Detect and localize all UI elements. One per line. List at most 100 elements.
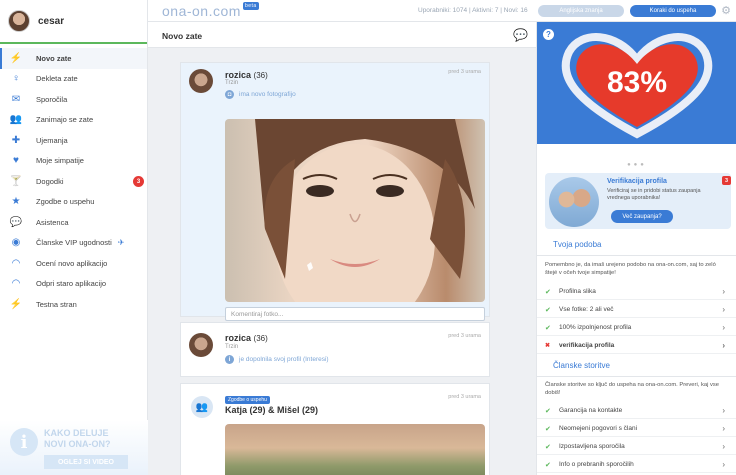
username: cesar [38, 15, 65, 27]
language-button[interactable]: Anglijska znanja [538, 5, 624, 17]
checklist-item[interactable]: ✔ 100% izpolnjenost profila › [537, 320, 736, 336]
chevron-right-icon: › [722, 305, 725, 314]
similarity-text: Pomembno je, da imaš urejeno podobo na o… [545, 262, 716, 276]
sidebar-item-ujemanja[interactable]: ✚ Ujemanja [0, 130, 147, 151]
post-time: pred 3 urama [448, 69, 481, 75]
beta-badge: beta [242, 2, 259, 10]
post-author[interactable]: rozica (36) [225, 70, 268, 80]
post-city: Trzin [225, 80, 239, 86]
post-city: Trzin [225, 344, 239, 350]
chevron-right-icon: › [722, 424, 725, 433]
verification-title: Verifikacija profila [607, 178, 667, 185]
sidebar-item-moje-simpatije[interactable]: ♥ Moje simpatije [0, 151, 147, 172]
check-icon: ✔ [545, 425, 551, 433]
post-photo[interactable] [225, 119, 485, 302]
check-icon: ✔ [545, 407, 551, 415]
similarity-title: Tvoja podoba [537, 234, 736, 256]
avatar[interactable] [189, 69, 213, 93]
service-item[interactable]: ✔ Neomejeni pogovori s člani › [537, 421, 736, 437]
close-icon: ✖ [545, 343, 551, 349]
match-icon: ✚ [11, 134, 21, 146]
couple-image [549, 177, 599, 227]
post-action: i je dopolnila svoj profil (Interesi) [225, 355, 329, 364]
right-panel: ? 83% ●●● Verifikacija profila Verificir… [536, 22, 736, 475]
feed-header: Novo zate 💬 [148, 22, 536, 48]
chevron-right-icon: › [722, 406, 725, 415]
people-icon: 👥 [9, 114, 23, 126]
camera-icon: ◘ [225, 90, 234, 99]
chevron-right-icon: › [722, 442, 725, 451]
avatar[interactable] [8, 10, 30, 32]
check-icon: ✔ [545, 324, 551, 332]
member-services-text: Članske storitve so ključ do uspeha na o… [545, 382, 719, 396]
app: cesar ⚡ Novo zate ♀ Dekleta zate ✉ Sporočil… [0, 0, 736, 475]
post-action: ◘ ima novo fotografijo [225, 90, 296, 99]
promo-text: KAKO DELUJE NOVI ONA-ON? [44, 428, 111, 449]
user-header[interactable]: cesar [0, 0, 147, 44]
sidebar-item-zanimajo-se-zate[interactable]: 👥 Zanimajo se zate [0, 110, 147, 131]
post-photo[interactable] [225, 424, 485, 475]
video-promo: i KAKO DELUJE NOVI ONA-ON? OGLEJ SI VIDE… [0, 420, 148, 475]
wifi-icon: ◠ [11, 257, 21, 269]
checklist-item[interactable]: ✔ Profilna slika › [537, 284, 736, 300]
chevron-right-icon: › [722, 460, 725, 469]
post-author[interactable]: rozica (36) [225, 333, 268, 343]
chevron-right-icon: › [722, 341, 725, 350]
post-author[interactable]: Katja (29) & Mišel (29) [225, 405, 318, 415]
vip-icon: ◉ [11, 237, 21, 249]
checklist-item[interactable]: ✖ verifikacija profila › [537, 338, 736, 354]
cocktail-icon: 🍸 [9, 175, 23, 187]
member-services-title: Članske storitve [537, 355, 736, 377]
topbar: ona-on.com beta Uporabniki: 1074 | Aktivn… [148, 0, 736, 22]
check-icon: ✔ [545, 306, 551, 314]
user-stats: Uporabniki: 1074 | Aktivni: 7 | Novi: 16 [418, 7, 528, 14]
info-icon: i [10, 428, 38, 456]
sidebar-item-asistenca[interactable]: 💬 Asistenca [0, 212, 147, 233]
wifi-icon: ◠ [11, 278, 21, 290]
feed: rozica (36) Trzin pred 3 urama ◘ ima novo… [148, 48, 536, 475]
gear-icon[interactable]: ⚙ [720, 4, 732, 17]
heart-icon: ♥ [13, 155, 19, 167]
woman-icon: ♀ [12, 73, 20, 85]
verification-card: Verifikacija profila Verificiraj se in p… [545, 173, 731, 229]
chat-icon: 💬 [9, 216, 23, 228]
events-badge: 3 [133, 176, 144, 187]
checklist-item[interactable]: ✔ Vse fotke: 2 ali več › [537, 302, 736, 318]
sidebar-item-dekleta-zate[interactable]: ♀ Dekleta zate [0, 69, 147, 90]
carousel-dots[interactable]: ●●● [537, 162, 736, 168]
verification-text: Verificiraj se in pridobi status zaupanj… [607, 188, 701, 201]
sidebar-item-testna-stran[interactable]: ⚡ Testna stran [0, 294, 147, 315]
sidebar-item-ocena-nove[interactable]: ◠ Ocení novo aplikacijo [0, 253, 147, 274]
avatar[interactable] [189, 333, 213, 357]
check-icon: ✔ [545, 443, 551, 451]
sidebar-item-novo-zate[interactable]: ⚡ Novo zate [0, 48, 147, 69]
couple-icon: 👥 [191, 396, 213, 418]
bolt-icon: ⚡ [9, 52, 23, 64]
chevron-right-icon: › [722, 323, 725, 332]
bolt-icon: ⚡ [9, 298, 23, 310]
service-item[interactable]: ✔ Info o prebranih sporočilih › [537, 457, 736, 473]
service-item[interactable]: ✔ Garancija na kontakte › [537, 403, 736, 419]
verification-badge: 3 [722, 176, 731, 185]
sidebar-item-dogodki[interactable]: 🍸 Dogodki 3 [0, 171, 147, 192]
messages-icon: ✉ [11, 93, 21, 105]
comment-input[interactable]: Komentiraj fotko... [225, 307, 485, 321]
sidebar-item-zgodbe-o-uspehu[interactable]: ★ Zgodbe o uspehu [0, 192, 147, 213]
service-item[interactable]: ✔ Izpostavljena sporočila › [537, 439, 736, 455]
feed-post: rozica (36) Trzin pred 3 urama i je dopol… [180, 322, 490, 377]
help-icon[interactable]: ? [543, 29, 554, 40]
feed-post: rozica (36) Trzin pred 3 urama ◘ ima novo… [180, 62, 490, 321]
sidebar-item-vip[interactable]: ◉ Članske VIP ugodnosti ✈ [0, 233, 147, 254]
sidebar-item-stara-aplikacija[interactable]: ◠ Odpri staro aplikacijo [0, 274, 147, 295]
match-score-widget: ? 83% [537, 22, 736, 144]
feed-post: 👥 Zgodbe o uspehu Katja (29) & Mišel (29… [180, 383, 490, 475]
chat-bubbles-icon[interactable]: 💬 [513, 28, 528, 42]
more-trust-button[interactable]: Več zaupanja? [611, 210, 673, 223]
sidebar-item-sporocila[interactable]: ✉ Sporočila [0, 89, 147, 110]
post-time: pred 3 urama [448, 333, 481, 339]
page-title: Novo zate [162, 31, 203, 41]
steps-to-success-button[interactable]: Koraki do uspeha [630, 5, 716, 17]
watch-video-button[interactable]: OGLEJ SI VIDEO [44, 455, 128, 469]
success-story-tag: Zgodbe o uspehu [225, 396, 270, 404]
logo[interactable]: ona-on.com beta [162, 2, 259, 19]
